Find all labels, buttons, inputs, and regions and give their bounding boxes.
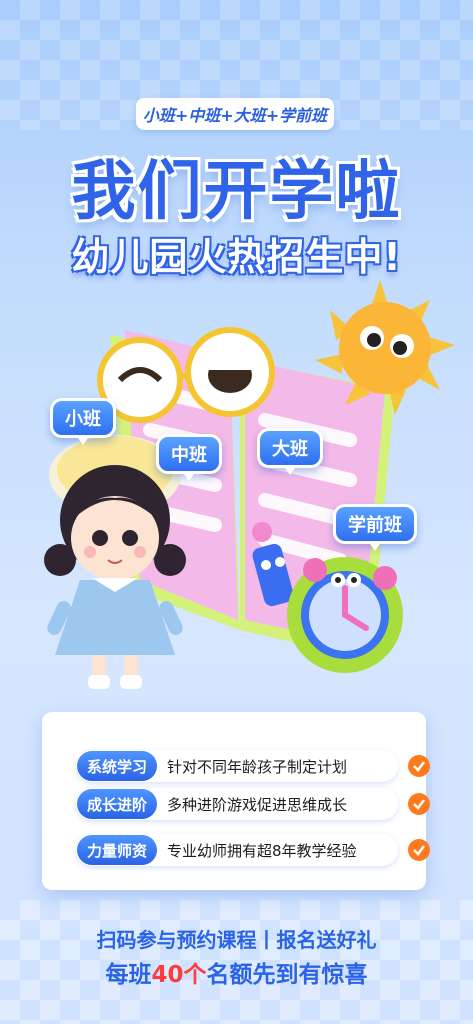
cta-prefix: 每班 <box>105 962 152 988</box>
check-icon <box>408 755 430 777</box>
feature-row: 力量师资 专业幼师拥有超8年教学经验 <box>76 834 430 866</box>
class-levels-tagline: 小班+中班+大班+学前班 <box>136 98 334 130</box>
check-icon <box>408 839 430 861</box>
hero-artwork <box>44 280 455 689</box>
class-bubble-small: 小班 <box>50 398 116 445</box>
check-icon <box>408 793 430 815</box>
cta-line-2: 每班40个名额先到有惊喜 <box>0 955 473 989</box>
feature-row: 系统学习 针对不同年龄孩子制定计划 <box>76 750 430 782</box>
class-bubble-preschool: 学前班 <box>333 504 417 551</box>
feature-text: 针对不同年龄孩子制定计划 <box>167 757 348 776</box>
feature-row: 成长进阶 多种进阶游戏促进思维成长 <box>76 788 430 820</box>
alarm-clock-icon <box>287 557 403 673</box>
feature-text: 多种进阶游戏促进思维成长 <box>167 795 348 814</box>
hero-illustration: 小班 中班 大班 学前班 <box>0 280 473 700</box>
features-card: 系统学习 针对不同年龄孩子制定计划 成长进阶 多种进阶游戏促进思维成长 力量师资… <box>42 712 430 890</box>
class-bubble-middle: 中班 <box>156 434 222 481</box>
cta-line-1: 扫码参与预约课程丨报名送好礼 <box>96 928 377 952</box>
feature-tag: 力量师资 <box>77 835 158 865</box>
sub-headline: 幼儿园火热招生中! <box>71 235 402 279</box>
class-bubble-large: 大班 <box>257 428 323 475</box>
cta-suffix: 名额先到有惊喜 <box>206 962 368 988</box>
cta-highlight: 40个 <box>151 962 207 988</box>
feature-tag: 成长进阶 <box>77 789 158 819</box>
main-headline: 我们开学啦 <box>71 155 402 229</box>
feature-text: 专业幼师拥有超8年教学经验 <box>167 841 357 860</box>
feature-tag: 系统学习 <box>77 751 158 781</box>
